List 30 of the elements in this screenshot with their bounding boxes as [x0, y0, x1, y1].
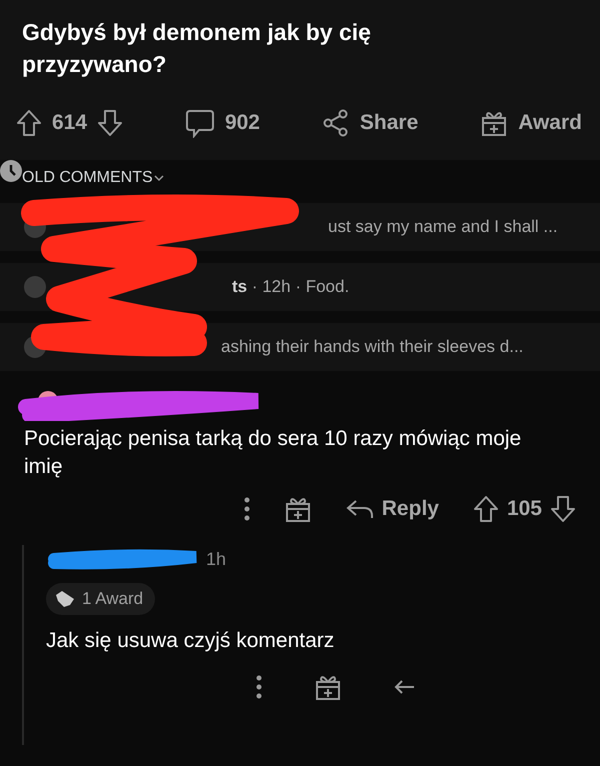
preview-text: ts · 12h · Food. — [232, 277, 350, 297]
award-badge[interactable]: 1 Award — [46, 583, 156, 615]
reply-icon[interactable] — [346, 498, 374, 520]
share-label[interactable]: Share — [360, 111, 418, 135]
avatar — [24, 276, 46, 298]
upvote-icon[interactable] — [472, 495, 499, 523]
award-icon[interactable] — [314, 673, 342, 701]
vote-count: 105 — [506, 497, 542, 521]
post-title: Gdybyś był demonem jak by cię przyzywano? — [22, 18, 372, 79]
comment-count: 902 — [224, 111, 260, 135]
upvote-icon[interactable] — [16, 109, 42, 137]
comment-text: Jak się usuwa czyjś komentarz — [46, 628, 336, 654]
chevron-icon[interactable] — [152, 174, 165, 182]
share-icon[interactable] — [322, 109, 350, 137]
downvote-icon[interactable] — [550, 495, 576, 523]
more-icon[interactable] — [256, 675, 262, 699]
award-label[interactable]: Award — [518, 111, 582, 135]
comment-time: 1h — [206, 548, 226, 570]
comment-text: Pocierając penisa tarką do sera 10 razy mówiąc moje imię — [24, 426, 522, 480]
comment-icon[interactable] — [184, 108, 215, 138]
reply-label[interactable]: Reply — [382, 497, 439, 521]
reply-icon[interactable] — [394, 679, 416, 695]
preview-text: ust say my name and I shall ... — [328, 217, 558, 237]
sort-label[interactable]: OLD COMMENTS — [22, 169, 153, 186]
downvote-icon[interactable] — [97, 109, 124, 137]
preview-text: ashing their hands with their sleeves d... — [221, 337, 524, 357]
vote-count: 614 — [52, 111, 88, 135]
award-icon[interactable] — [480, 109, 508, 137]
more-icon[interactable] — [244, 497, 250, 521]
award-icon[interactable] — [284, 495, 312, 523]
